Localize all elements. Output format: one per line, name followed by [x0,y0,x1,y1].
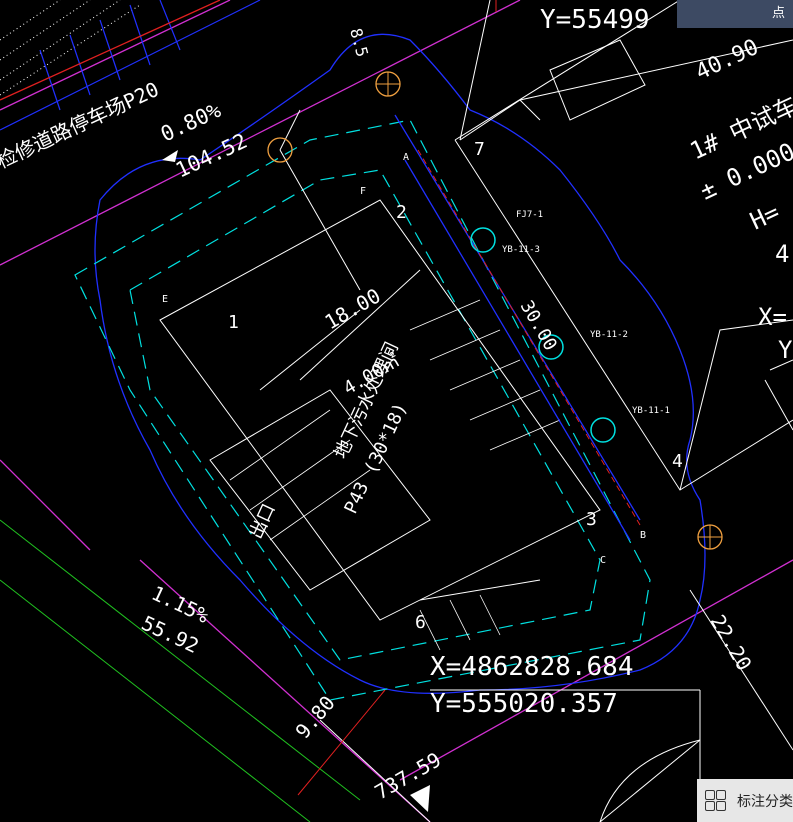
circ4: 4 [672,451,683,472]
arrow-head [410,785,430,812]
cad-viewport[interactable]: Y=55499 40.90 1# 中试车间 ± 0.000 H= 4 X= Y … [0,0,793,822]
y-top-label: Y=55499 [540,5,650,35]
lbl-b: B [640,530,646,541]
green-lines [0,519,361,822]
circ7: 7 [474,139,485,160]
dim-85: 8.5 [346,26,372,59]
dim-2220: 22.20 [706,611,757,675]
cad-drawing[interactable]: Y=55499 40.90 1# 中试车间 ± 0.000 H= 4 X= Y … [0,0,793,822]
lbl-f: F [360,186,366,197]
lbl-a: A [403,152,409,163]
y-right-label: Y [778,336,793,364]
ft1: FJ7-1 [516,210,543,220]
hatch-top-left [0,0,141,96]
h-label: H= [746,198,784,236]
bottom-num: 737.59 [371,747,446,804]
coord-x: X=4862828.684 [430,652,634,682]
circ2: 2 [396,202,407,223]
text-labels: Y=55499 40.90 1# 中试车间 ± 0.000 H= 4 X= Y … [0,5,793,804]
circ1: 1 [228,312,239,333]
circ6: 6 [415,612,426,633]
annotation-category-label: 标注分类 [737,793,793,810]
lbl-e: E [162,294,168,305]
x-right-label: X= [758,303,787,331]
four-label: 4 [775,240,789,268]
elev-right: 40.90 [692,35,763,86]
dim-18: 18.00 [321,283,385,334]
grid-icon [705,789,727,812]
annotation-category-button[interactable]: 标注分类 [697,779,793,822]
coord-y: Y=555020.357 [430,689,618,719]
lbl-c: C [600,555,606,566]
p-code: P43 [340,479,373,517]
ybt2: YB-11-2 [590,330,628,340]
top-right-tag[interactable]: 点 [677,0,793,28]
dim-980: 9.80 [290,691,339,743]
circ3: 3 [586,509,597,530]
rotated-cn: 出口 [245,501,279,543]
top-right-tag-label: 点 [772,6,786,21]
ybt3: YB-11-1 [632,406,670,416]
road-left-label: 检修道路停车场P20 [0,77,163,173]
pipeline-strip [394,114,641,541]
slope1-pct: 0.80% [157,98,225,147]
ybt1: YB-11-3 [502,245,540,255]
